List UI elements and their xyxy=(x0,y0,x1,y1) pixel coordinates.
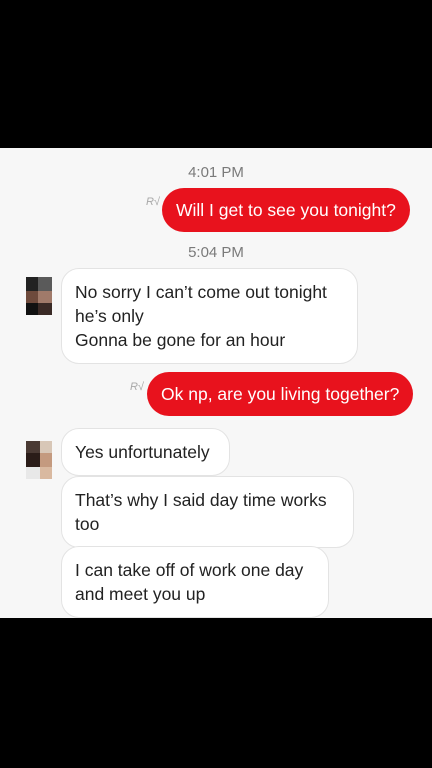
message-text: Ok np, are you living together? xyxy=(161,384,400,404)
message-line: Gonna be gone for an hour xyxy=(75,330,286,350)
message-line: No sorry I can’t come out tonight xyxy=(75,282,327,302)
message-line: That’s why I said day time works xyxy=(75,490,327,510)
avatar[interactable] xyxy=(26,277,52,315)
incoming-message[interactable]: No sorry I can’t come out tonight he’s o… xyxy=(61,268,358,364)
message-text: Will I get to see you tonight? xyxy=(176,200,396,220)
outgoing-message[interactable]: Ok np, are you living together? xyxy=(147,372,414,416)
timestamp: 5:04 PM xyxy=(188,244,244,261)
incoming-message[interactable]: That’s why I said day time works too xyxy=(61,476,354,548)
read-receipt-icon: R√ xyxy=(146,196,160,208)
message-line: Yes unfortunately xyxy=(75,442,210,462)
message-line: he’s only xyxy=(75,306,144,326)
read-receipt-icon: R√ xyxy=(130,381,144,393)
incoming-message[interactable]: I can take off of work one day and meet … xyxy=(61,546,329,618)
message-line: I can take off of work one day xyxy=(75,560,304,580)
incoming-message[interactable]: Yes unfortunately xyxy=(61,428,230,476)
timestamp: 4:01 PM xyxy=(188,164,244,181)
avatar[interactable] xyxy=(26,441,52,479)
message-line: too xyxy=(75,514,100,534)
chat-screen: 4:01 PM R√ Will I get to see you tonight… xyxy=(0,148,432,618)
message-line: and meet you up xyxy=(75,584,206,604)
outgoing-message[interactable]: Will I get to see you tonight? xyxy=(162,188,410,232)
